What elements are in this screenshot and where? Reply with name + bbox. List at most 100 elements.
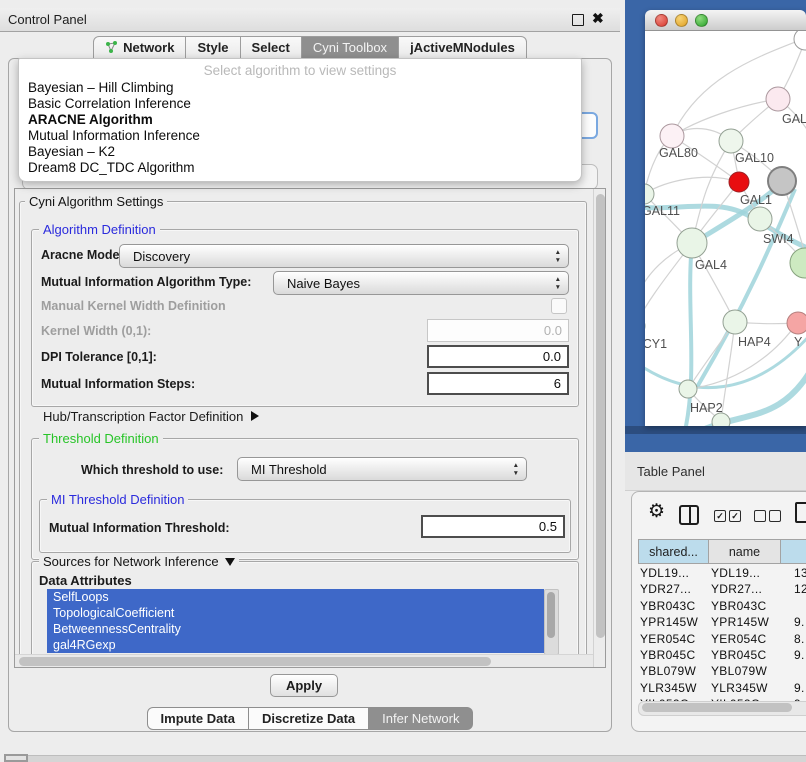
close-traffic-light[interactable] xyxy=(655,14,668,27)
dpi-tolerance-label: DPI Tolerance [0,1]: xyxy=(41,350,157,364)
attributes-scrollbar[interactable] xyxy=(544,589,559,655)
sources-title: Sources for Network Inference xyxy=(39,554,239,569)
settings-horizontal-scrollbar[interactable] xyxy=(15,654,593,668)
table-row[interactable]: YPR145WYPR145W9. xyxy=(638,615,806,631)
table-column-header[interactable]: name xyxy=(709,539,781,564)
float-icon[interactable] xyxy=(572,14,584,26)
network-node-gal80[interactable] xyxy=(660,124,684,148)
mi-threshold-title: MI Threshold Definition xyxy=(47,492,188,507)
network-node-label: SWI4 xyxy=(763,232,794,246)
network-node-label: HAP4 xyxy=(738,335,771,349)
close-icon[interactable]: ✖ xyxy=(592,10,604,27)
network-node-gal[interactable] xyxy=(766,87,790,111)
network-icon xyxy=(105,41,118,54)
network-edge xyxy=(697,189,795,387)
table-cell: YPR145W xyxy=(711,615,769,629)
which-threshold-combobox[interactable]: MI Threshold ▲▼ xyxy=(237,457,527,481)
select-all-checkboxes[interactable]: ✓✓ xyxy=(714,510,741,522)
algorithm-option[interactable]: Bayesian – Hill Climbing xyxy=(19,80,581,96)
network-window-titlebar[interactable] xyxy=(645,10,806,31)
tab-label: Select xyxy=(252,40,290,55)
deselect-all-checkboxes[interactable] xyxy=(754,510,781,522)
mi-steps-label: Mutual Information Steps: xyxy=(41,377,195,391)
mi-type-combobox[interactable]: Naive Bayes ▲▼ xyxy=(273,271,569,295)
algorithm-option[interactable]: ARACNE Algorithm xyxy=(19,112,581,128)
apply-button[interactable]: Apply xyxy=(270,674,338,697)
which-threshold-value: MI Threshold xyxy=(251,462,327,477)
network-node-hap4[interactable] xyxy=(723,310,747,334)
tab-label: jActiveMNodules xyxy=(410,40,515,55)
table-cell: YPR145W xyxy=(640,615,698,629)
dpi-tolerance-field[interactable]: 0.0 xyxy=(427,345,569,368)
sources-title-text: Sources for Network Inference xyxy=(43,554,219,569)
collapsed-arrow-icon xyxy=(251,411,259,421)
columns-icon[interactable] xyxy=(679,505,699,525)
control-panel-tabs: Network Style Select Cyni Toolbox jActiveMNo… xyxy=(8,36,612,59)
tab-network[interactable]: Network xyxy=(93,36,186,59)
tab-label: Network xyxy=(123,40,174,55)
expanded-arrow-icon xyxy=(225,558,235,566)
tab-select[interactable]: Select xyxy=(241,36,302,59)
bottom-tab-discretize-data[interactable]: Discretize Data xyxy=(249,707,369,730)
table-column-header[interactable]: shared... xyxy=(638,539,709,564)
data-attribute-item[interactable]: SelfLoops xyxy=(47,589,544,605)
table-cell: 9. xyxy=(794,681,805,695)
algorithm-option[interactable]: Mutual Information Inference xyxy=(19,128,581,144)
hub-definition-toggle[interactable]: Hub/Transcription Factor Definition xyxy=(43,409,259,424)
network-edge xyxy=(688,323,797,389)
aracne-mode-combobox[interactable]: Discovery ▲▼ xyxy=(119,244,569,268)
mi-threshold-field[interactable]: 0.5 xyxy=(421,515,565,538)
minimize-traffic-light[interactable] xyxy=(675,14,688,27)
network-node[interactable] xyxy=(794,31,806,50)
zoom-traffic-light[interactable] xyxy=(695,14,708,27)
data-attribute-item[interactable]: gal4RGexp xyxy=(47,637,544,653)
document-icon[interactable] xyxy=(795,502,806,523)
tab-jactivemnodules[interactable]: jActiveMNodules xyxy=(399,36,527,59)
data-attribute-item[interactable]: BetweennessCentrality xyxy=(47,621,544,637)
manual-kernel-checkbox[interactable] xyxy=(551,298,567,314)
table-cell: YBR043C xyxy=(711,599,766,613)
network-node-label: GAL1 xyxy=(740,193,772,207)
network-node[interactable] xyxy=(768,167,796,195)
kernel-width-field[interactable]: 0.0 xyxy=(427,319,569,342)
bottom-tab-infer-network[interactable]: Infer Network xyxy=(369,707,473,730)
mi-threshold-label: Mutual Information Threshold: xyxy=(49,521,230,535)
algorithm-option[interactable]: Bayesian – K2 xyxy=(19,144,581,160)
control-panel-titlebar: Control Panel ✖ xyxy=(0,8,620,32)
network-node-swi4[interactable] xyxy=(748,207,772,231)
network-node-gal1[interactable] xyxy=(729,172,749,192)
network-node-gal4[interactable] xyxy=(677,228,707,258)
clipped-bottom-button[interactable] xyxy=(4,754,28,762)
gear-icon[interactable]: ⚙ xyxy=(648,500,665,523)
table-row[interactable]: YLR345WYLR345W9. xyxy=(638,681,806,697)
table-horizontal-scrollbar[interactable] xyxy=(638,701,806,716)
table-cell: YLR345W xyxy=(711,681,768,695)
data-attribute-item[interactable]: TopologicalCoefficient xyxy=(47,605,544,621)
table-row[interactable]: YBR045CYBR045C9. xyxy=(638,648,806,664)
network-node-y[interactable] xyxy=(787,312,806,334)
table-column-header[interactable] xyxy=(781,539,806,564)
table-row[interactable]: YDR27...YDR27...12 xyxy=(638,582,806,598)
bottom-tab-impute-data[interactable]: Impute Data xyxy=(147,707,249,730)
network-node-hap2[interactable] xyxy=(679,380,697,398)
network-node-label: GAL11 xyxy=(645,204,680,218)
mi-steps-field[interactable]: 6 xyxy=(427,372,569,395)
data-attributes-list: SelfLoopsTopologicalCoefficientBetweenne… xyxy=(47,589,544,653)
network-canvas[interactable]: GALGAL80GAL10GAL1GAL11SWI4GAL4GCY1HAP4YH… xyxy=(645,31,806,426)
settings-vertical-scrollbar[interactable] xyxy=(593,189,606,667)
table-row[interactable]: YDL19...YDL19...13 xyxy=(638,566,806,582)
network-node-gal11[interactable] xyxy=(645,184,654,204)
algorithm-dropdown-list: Bayesian – Hill ClimbingBasic Correlatio… xyxy=(19,80,581,176)
tab-cyni-toolbox[interactable]: Cyni Toolbox xyxy=(302,36,399,59)
network-node-gal10[interactable] xyxy=(719,129,743,153)
table-row[interactable]: YER054CYER054C8. xyxy=(638,632,806,648)
table-cell: YDL19... xyxy=(711,566,760,580)
table-row[interactable]: YBR043CYBR043C xyxy=(638,599,806,615)
tab-label: Cyni Toolbox xyxy=(313,40,387,55)
tab-style[interactable]: Style xyxy=(186,36,240,59)
algorithm-option[interactable]: Basic Correlation Inference xyxy=(19,96,581,112)
algorithm-option[interactable]: Dream8 DC_TDC Algorithm xyxy=(19,160,581,176)
table-row[interactable]: YBL079WYBL079W xyxy=(638,664,806,680)
table-cell: YBR045C xyxy=(640,648,695,662)
network-node[interactable] xyxy=(790,248,806,278)
